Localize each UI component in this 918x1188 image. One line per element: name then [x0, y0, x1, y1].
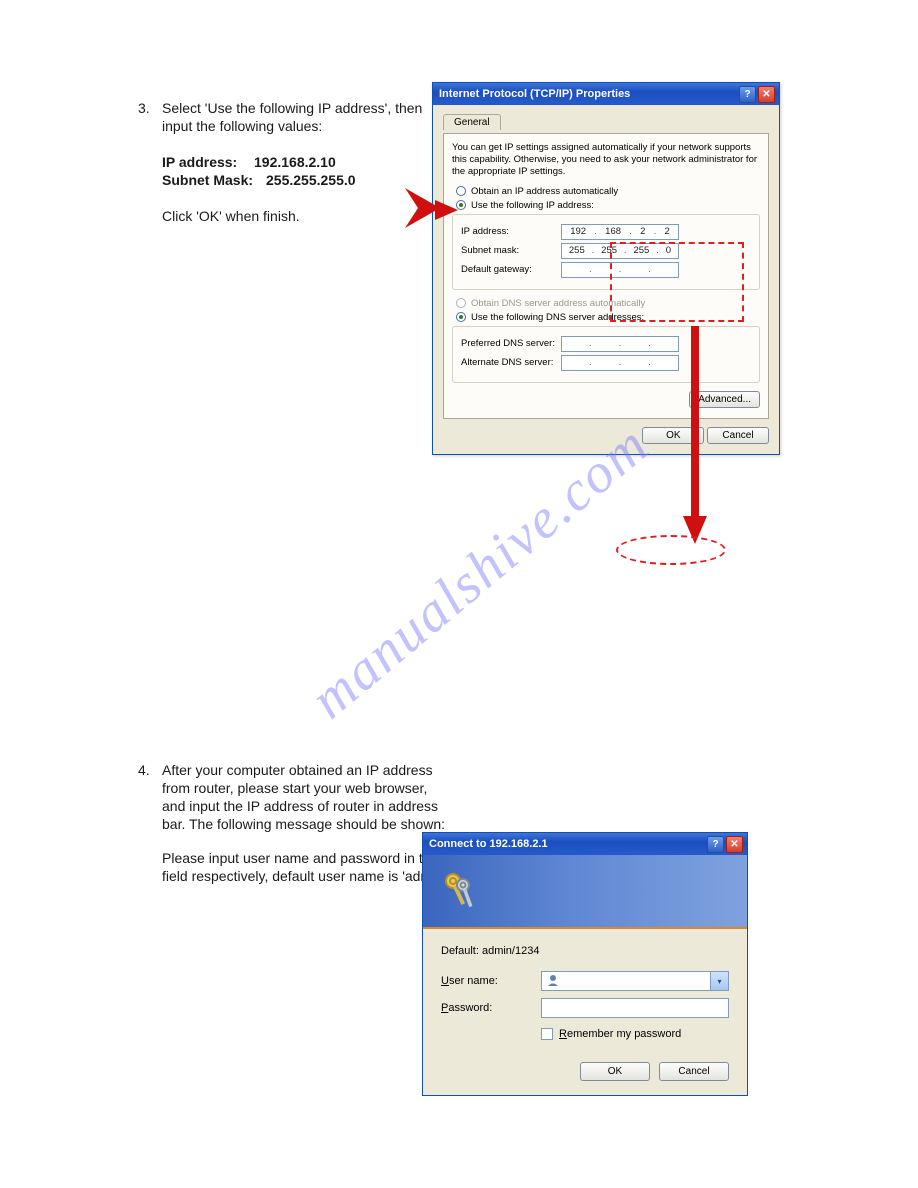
red-highlight-oval — [616, 535, 726, 565]
doc-mask-value: 255.255.255.0 — [266, 172, 356, 188]
step4-line-c: and input the IP address of router in ad… — [162, 798, 438, 814]
alternate-dns-label: Alternate DNS server: — [461, 357, 561, 368]
doc-click-ok: Click 'OK' when finish. — [162, 208, 300, 224]
preferred-dns-label: Preferred DNS server: — [461, 338, 561, 349]
tab-general[interactable]: General — [443, 114, 501, 130]
step5-line-a: Please input user name and password in t… — [162, 850, 438, 866]
alternate-dns-input[interactable]: . . . — [561, 355, 679, 371]
chevron-down-icon[interactable]: ▾ — [710, 972, 728, 990]
step5-line-b: field respectively, default user name is… — [162, 868, 450, 884]
help-button[interactable]: ? — [739, 86, 756, 103]
connect-dialog: Connect to 192.168.2.1 ? ✕ Default: admi… — [422, 832, 748, 1096]
ok-button[interactable]: OK — [580, 1062, 650, 1081]
default-credentials: Default: admin/1234 — [441, 945, 729, 957]
ip-address-input[interactable]: 192. 168. 2. 2 — [561, 224, 679, 240]
step3-number: 3. — [138, 100, 150, 116]
username-label: User name: — [441, 975, 541, 987]
step3-line-b: input the following values: — [162, 118, 322, 134]
preferred-dns-input[interactable]: . . . — [561, 336, 679, 352]
password-input[interactable] — [541, 998, 729, 1018]
red-highlight-box — [610, 242, 744, 322]
checkbox-icon — [541, 1028, 553, 1040]
help-button[interactable]: ? — [707, 836, 724, 853]
dialog-banner — [423, 855, 747, 929]
dialog-title: Connect to 192.168.2.1 — [429, 838, 548, 850]
step4-number: 4. — [138, 762, 150, 778]
dialog-titlebar: Internet Protocol (TCP/IP) Properties ? … — [433, 83, 779, 105]
step3-line-a: Select 'Use the following IP address', t… — [162, 100, 422, 116]
red-arrow-right-icon — [400, 180, 460, 230]
red-arrow-down-icon — [683, 326, 707, 546]
cancel-button[interactable]: Cancel — [707, 427, 769, 444]
step4-line-b: from router, please start your web brows… — [162, 780, 427, 796]
close-button[interactable]: ✕ — [758, 86, 775, 103]
radio-label: Use the following IP address: — [471, 200, 594, 211]
intro-text: You can get IP settings assigned automat… — [452, 142, 760, 178]
remember-password-checkbox[interactable]: Remember my password — [541, 1028, 729, 1040]
step4-line-d: bar. The following message should be sho… — [162, 816, 445, 832]
user-icon — [546, 973, 560, 990]
dialog-title: Internet Protocol (TCP/IP) Properties — [439, 88, 630, 100]
doc-mask-label: Subnet Mask: — [162, 172, 253, 188]
radio-checked-icon — [456, 312, 466, 322]
password-label: Password: — [441, 1002, 541, 1014]
radio-label: Obtain an IP address automatically — [471, 186, 618, 197]
doc-ip-value: 192.168.2.10 — [254, 154, 336, 170]
radio-use-ip[interactable]: Use the following IP address: — [456, 200, 760, 211]
dialog-titlebar: Connect to 192.168.2.1 ? ✕ — [423, 833, 747, 855]
close-button[interactable]: ✕ — [726, 836, 743, 853]
doc-ip-label: IP address: — [162, 154, 237, 170]
cancel-button[interactable]: Cancel — [659, 1062, 729, 1081]
step4-line-a: After your computer obtained an IP addre… — [162, 762, 433, 778]
keys-icon — [437, 867, 483, 913]
remember-label: Remember my password — [559, 1028, 681, 1040]
default-gateway-label: Default gateway: — [461, 264, 561, 275]
dns-group: Preferred DNS server: . . . Alternate DN… — [452, 326, 760, 383]
username-combo[interactable]: ▾ — [541, 971, 729, 991]
radio-disabled-icon — [456, 298, 466, 308]
radio-obtain-ip[interactable]: Obtain an IP address automatically — [456, 186, 760, 197]
subnet-mask-label: Subnet mask: — [461, 245, 561, 256]
ip-address-label: IP address: — [461, 226, 561, 237]
